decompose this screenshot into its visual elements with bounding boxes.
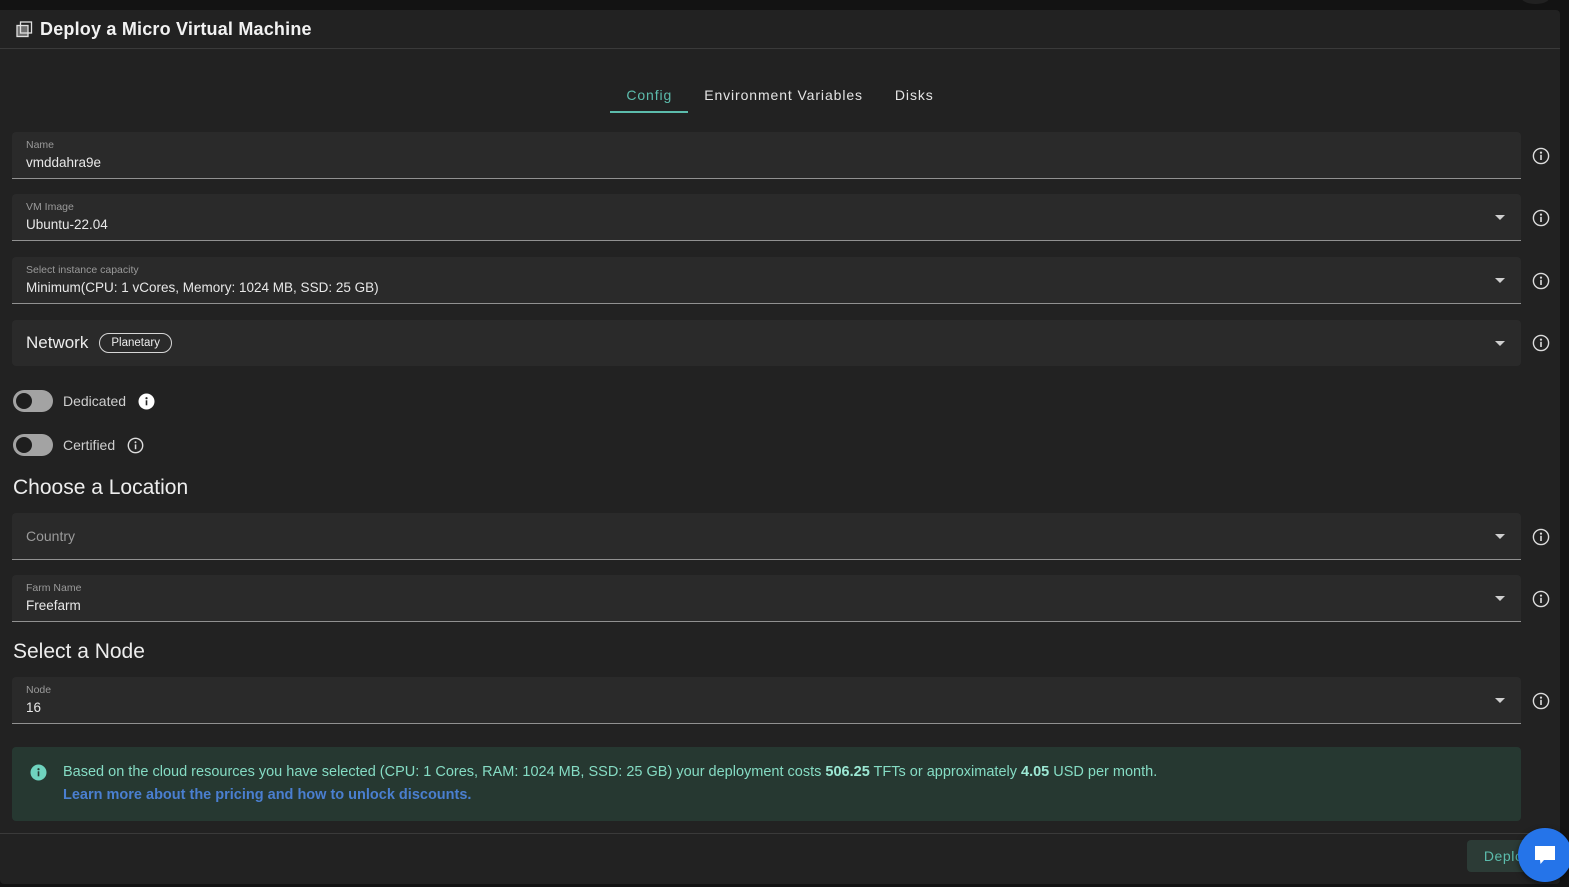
node-field-row: Node 16 [12, 677, 1560, 724]
toggle-thumb [16, 437, 32, 453]
capacity-value: Minimum(CPU: 1 vCores, Memory: 1024 MB, … [26, 280, 1481, 295]
chevron-down-icon[interactable] [1495, 698, 1505, 703]
farm-field-row: Farm Name Freefarm [12, 575, 1560, 622]
instance-capacity-select[interactable]: Select instance capacity Minimum(CPU: 1 … [12, 257, 1521, 304]
vm-icon [16, 21, 33, 38]
network-title: Network [26, 333, 88, 353]
chat-bubble-icon [1530, 838, 1560, 873]
tab-bar: Config Environment Variables Disks [0, 79, 1560, 113]
chevron-down-icon[interactable] [1495, 596, 1505, 601]
node-value: 16 [26, 700, 1481, 715]
page-background: Deploy a Micro Virtual Machine Config En… [0, 0, 1569, 887]
chevron-down-icon[interactable] [1495, 278, 1505, 283]
farm-name-label: Farm Name [26, 582, 1481, 594]
tft-amount: 506.25 [825, 764, 869, 780]
chevron-down-icon[interactable] [1495, 215, 1505, 220]
vm-image-label: VM Image [26, 201, 1481, 213]
tab-config[interactable]: Config [610, 79, 688, 113]
pricing-link[interactable]: Learn more about the pricing and how to … [63, 784, 1157, 807]
country-field-row: Country [12, 513, 1560, 560]
vm-image-value: Ubuntu-22.04 [26, 217, 1481, 232]
dedicated-info-icon[interactable] [138, 393, 155, 410]
dedicated-toggle-row: Dedicated [13, 390, 1560, 412]
planetary-chip[interactable]: Planetary [99, 333, 172, 353]
capacity-label: Select instance capacity [26, 264, 1481, 276]
node-label: Node [26, 684, 1481, 696]
certified-info-icon[interactable] [127, 437, 144, 454]
header-divider [0, 48, 1560, 49]
capacity-info-icon[interactable] [1532, 272, 1550, 290]
footer-bar: Deploy [0, 834, 1560, 877]
chat-widget-button[interactable] [1518, 828, 1569, 882]
info-icon [30, 764, 47, 807]
certified-toggle-row: Certified [13, 434, 1560, 456]
chevron-down-icon[interactable] [1495, 341, 1505, 346]
tab-disks[interactable]: Disks [879, 79, 950, 113]
capacity-field-row: Select instance capacity Minimum(CPU: 1 … [12, 257, 1560, 304]
farm-name-select[interactable]: Farm Name Freefarm [12, 575, 1521, 622]
network-panel[interactable]: Network Planetary [12, 320, 1521, 366]
avatar-peek [1521, 0, 1550, 4]
dedicated-toggle[interactable] [13, 390, 53, 412]
network-info-icon[interactable] [1532, 334, 1550, 352]
farm-info-icon[interactable] [1532, 590, 1550, 608]
cost-alert: Based on the cloud resources you have se… [12, 747, 1521, 821]
tab-environment-variables[interactable]: Environment Variables [688, 79, 879, 113]
vm-image-info-icon[interactable] [1532, 209, 1550, 227]
cost-alert-text: Based on the cloud resources you have se… [63, 761, 1157, 807]
name-label: Name [26, 139, 1481, 151]
chevron-down-icon[interactable] [1495, 534, 1505, 539]
farm-name-value: Freefarm [26, 598, 1481, 613]
name-field-row: Name vmddahra9e [12, 132, 1560, 179]
deploy-vm-card: Deploy a Micro Virtual Machine Config En… [0, 10, 1560, 884]
certified-label: Certified [63, 437, 115, 453]
vm-image-select[interactable]: VM Image Ubuntu-22.04 [12, 194, 1521, 241]
name-info-icon[interactable] [1532, 147, 1550, 165]
toggle-thumb [16, 393, 32, 409]
country-select[interactable]: Country [12, 513, 1521, 560]
vm-image-field-row: VM Image Ubuntu-22.04 [12, 194, 1560, 241]
card-header: Deploy a Micro Virtual Machine [0, 10, 1560, 48]
node-heading: Select a Node [13, 640, 1560, 664]
country-label: Country [26, 528, 75, 544]
usd-amount: 4.05 [1021, 764, 1049, 780]
name-value: vmddahra9e [26, 155, 1481, 170]
page-title: Deploy a Micro Virtual Machine [40, 19, 312, 40]
node-select[interactable]: Node 16 [12, 677, 1521, 724]
name-input[interactable]: Name vmddahra9e [12, 132, 1521, 179]
location-heading: Choose a Location [13, 476, 1560, 500]
dedicated-label: Dedicated [63, 393, 126, 409]
node-info-icon[interactable] [1532, 692, 1550, 710]
country-info-icon[interactable] [1532, 528, 1550, 546]
certified-toggle[interactable] [13, 434, 53, 456]
network-row: Network Planetary [12, 320, 1560, 366]
